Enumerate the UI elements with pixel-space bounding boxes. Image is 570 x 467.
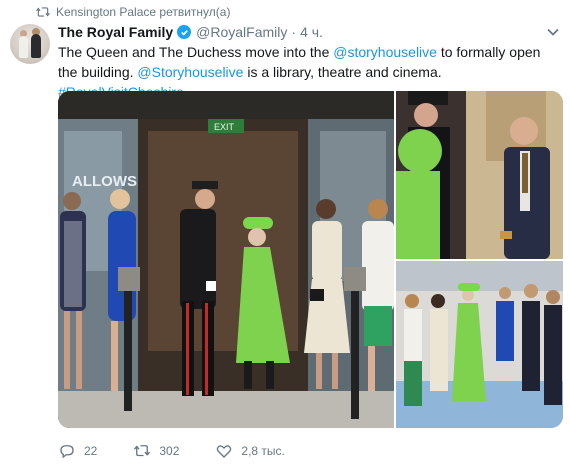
- exit-sign: EXIT: [214, 122, 235, 132]
- author-handle[interactable]: @RoyalFamily: [196, 24, 287, 40]
- photo-main[interactable]: ALLOWS EXIT: [58, 91, 394, 428]
- heart-icon: [217, 445, 232, 458]
- tweet-actions: 22 302 2,8 тыс.: [58, 440, 321, 462]
- media-grid: ALLOWS EXIT: [58, 91, 563, 428]
- separator: ·: [291, 24, 297, 40]
- retweet-context-text: Kensington Palace ретвитнул(а): [56, 5, 231, 19]
- reply-icon: [60, 445, 74, 459]
- tweet-text-segment: is a library, theatre and cinema.: [243, 64, 442, 80]
- like-button[interactable]: 2,8 тыс.: [215, 442, 285, 460]
- mention-link[interactable]: @Storyhouselive: [137, 64, 243, 80]
- retweet-button[interactable]: 302: [133, 442, 179, 460]
- retweet-context[interactable]: Kensington Palace ретвитнул(а): [36, 4, 230, 20]
- like-count: 2,8 тыс.: [241, 444, 285, 458]
- avatar[interactable]: [10, 24, 50, 64]
- tweet-time[interactable]: 4 ч.: [300, 24, 323, 40]
- photo-bottom-right[interactable]: [396, 261, 563, 428]
- tweet-text-segment: The Queen and The Duchess move into the: [58, 44, 334, 60]
- reply-count: 22: [84, 444, 98, 458]
- photo-top-right[interactable]: [396, 91, 563, 259]
- verified-icon: [177, 25, 192, 39]
- retweet-icon: [134, 445, 151, 457]
- retweet-icon: [36, 7, 50, 17]
- tweet-header: The Royal Family @RoyalFamily · 4 ч.: [58, 23, 560, 41]
- sign-text: ALLOWS: [72, 173, 137, 190]
- chevron-down-icon[interactable]: [546, 25, 560, 39]
- mention-link[interactable]: @storyhouselive: [333, 44, 437, 60]
- reply-button[interactable]: 22: [58, 442, 97, 460]
- author-name[interactable]: The Royal Family: [58, 24, 173, 40]
- retweet-count: 302: [159, 444, 180, 458]
